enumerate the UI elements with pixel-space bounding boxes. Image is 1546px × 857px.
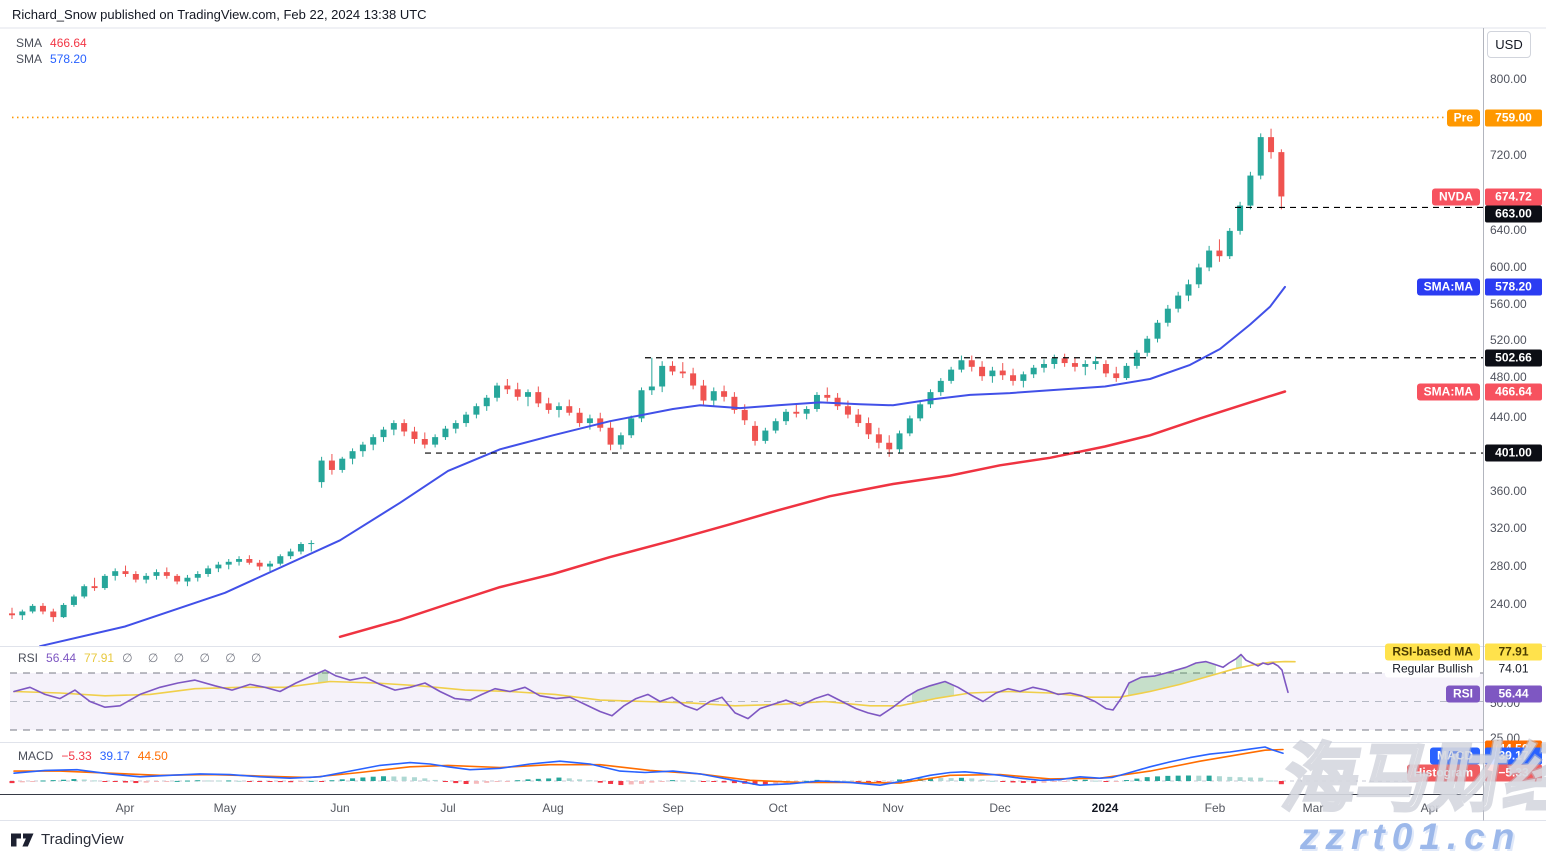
price-tick-label: 720.00 <box>1490 148 1527 162</box>
price-badge-label-sma50: SMA:MA <box>1417 279 1480 296</box>
sma-200-value: 466.64 <box>50 36 87 50</box>
price-levels <box>425 207 1483 453</box>
price-badge-label-symbol-price: NVDA <box>1432 189 1480 206</box>
rsi-badge-label-rsi-ma: RSI-based MA <box>1385 644 1480 661</box>
rsi-empty-params: ∅ ∅ ∅ ∅ ∅ ∅ <box>122 651 267 665</box>
macd-badge-label-macd: MACD <box>1430 748 1480 765</box>
sma-200-legend-row[interactable]: SMA 466.64 <box>16 35 87 51</box>
rsi-value: 56.44 <box>46 651 76 665</box>
rsi-band <box>10 673 1483 730</box>
sma-legend[interactable]: SMA 466.64 SMA 578.20 <box>16 35 87 67</box>
price-tick-label: 800.00 <box>1490 72 1527 86</box>
price-tick-label: 520.00 <box>1490 333 1527 347</box>
price-tick-label: 560.00 <box>1490 297 1527 311</box>
macd-badge-label-histogram: Histogram <box>1407 765 1480 782</box>
time-tick-apr: Apr <box>116 801 135 815</box>
macd-legend[interactable]: MACD −5.33 39.17 44.50 <box>18 749 176 763</box>
sma-50-value: 578.20 <box>50 52 87 66</box>
rsi-badge-label-rsi: RSI <box>1446 686 1480 703</box>
rsi-legend-label: RSI <box>18 651 38 665</box>
price-badge-value-sma50: 578.20 <box>1485 279 1542 296</box>
rsi-legend[interactable]: RSI 56.44 77.91 ∅ ∅ ∅ ∅ ∅ ∅ <box>18 651 275 665</box>
macd-badge-value-macd: 39.17 <box>1485 748 1542 765</box>
tradingview-logo-icon <box>11 832 34 848</box>
price-tick-label: 600.00 <box>1490 260 1527 274</box>
byline: Richard_Snow published on TradingView.co… <box>12 7 427 22</box>
sma-label: SMA <box>16 52 42 66</box>
sma-50-legend-row[interactable]: SMA 578.20 <box>16 51 87 67</box>
rsi-ma-value: 77.91 <box>84 651 114 665</box>
price-tick-label: 480.00 <box>1490 370 1527 384</box>
macd-line-value: 39.17 <box>100 749 130 763</box>
time-tick-sep: Sep <box>662 801 683 815</box>
macd-hist-value: −5.33 <box>61 749 91 763</box>
rsi-badge-label-divergence: Regular Bullish <box>1385 661 1480 678</box>
price-badge-label-sma200: SMA:MA <box>1417 384 1480 401</box>
time-tick-dec: Dec <box>989 801 1010 815</box>
price-badge-value-level-401: 401.00 <box>1485 445 1542 462</box>
sma-200-line <box>340 392 1285 637</box>
price-badge-value-premarket: 759.00 <box>1485 110 1542 127</box>
time-tick-jul: Jul <box>440 801 455 815</box>
price-tick-label: 280.00 <box>1490 559 1527 573</box>
price-badge-label-premarket: Pre <box>1447 110 1480 127</box>
price-tick-label: 360.00 <box>1490 484 1527 498</box>
tradingview-chart-widget: Richard_Snow published on TradingView.co… <box>0 0 1546 857</box>
macd-main-line <box>14 747 1283 785</box>
time-tick-feb: Feb <box>1205 801 1226 815</box>
tradingview-brand-text: TradingView <box>41 831 124 848</box>
price-tick-label: 640.00 <box>1490 223 1527 237</box>
currency-button[interactable]: USD <box>1487 31 1531 58</box>
macd-badge-value-histogram: −5.33 <box>1485 765 1542 782</box>
macd-legend-label: MACD <box>18 749 53 763</box>
price-tick-label: 240.00 <box>1490 597 1527 611</box>
time-tick-apr: Apr <box>1421 801 1440 815</box>
time-tick-jun: Jun <box>330 801 349 815</box>
tradingview-branding[interactable]: TradingView <box>11 831 124 848</box>
time-tick-nov: Nov <box>882 801 903 815</box>
time-tick-mar: Mar <box>1303 801 1324 815</box>
price-badge-value-sma200: 466.64 <box>1485 384 1542 401</box>
time-tick-aug: Aug <box>542 801 563 815</box>
time-tick-oct: Oct <box>769 801 788 815</box>
sma-label: SMA <box>16 36 42 50</box>
price-tick-label: 320.00 <box>1490 521 1527 535</box>
time-tick-may: May <box>214 801 237 815</box>
chart-plot-area[interactable] <box>0 0 1546 857</box>
price-badge-value-symbol-price: 674.72 <box>1485 189 1542 206</box>
rsi-badge-value-rsi: 56.44 <box>1485 686 1542 703</box>
price-tick-label: 440.00 <box>1490 410 1527 424</box>
price-badge-value-level-502: 502.66 <box>1485 350 1542 367</box>
sma-50-line <box>40 287 1285 646</box>
macd-signal-value: 44.50 <box>138 749 168 763</box>
time-tick-2024: 2024 <box>1092 801 1119 815</box>
price-badge-value-level-663: 663.00 <box>1485 206 1542 223</box>
rsi-badge-value-rsi-ma: 77.91 <box>1485 644 1542 661</box>
rsi-badge-value-divergence: 74.01 <box>1485 661 1542 678</box>
